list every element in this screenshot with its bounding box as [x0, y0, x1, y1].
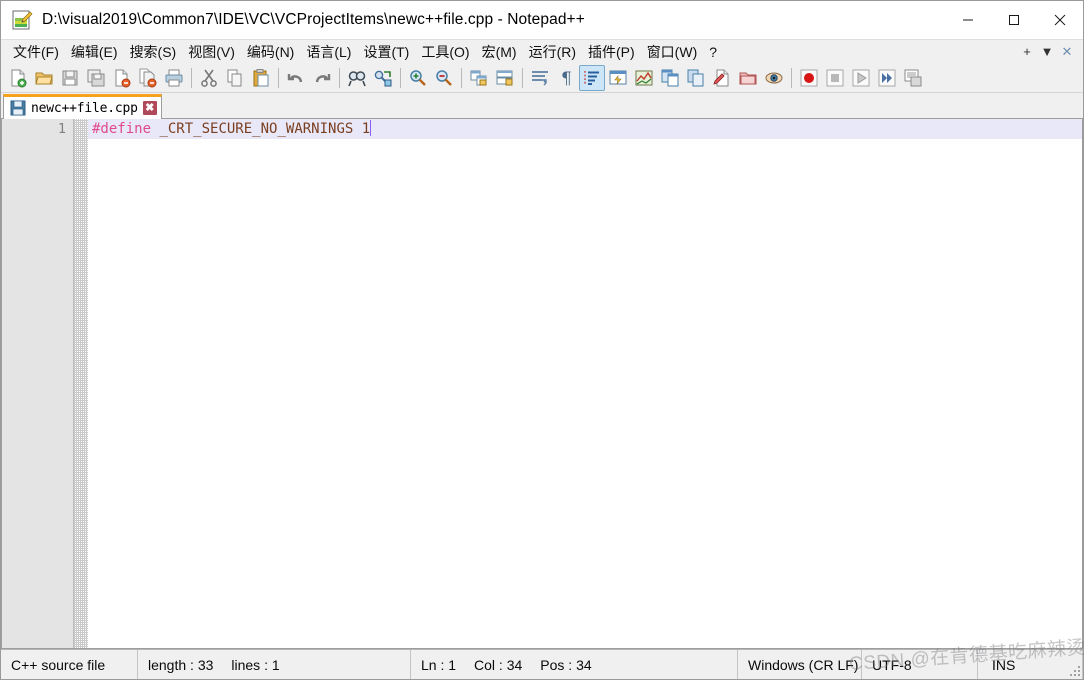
word-wrap-icon[interactable]	[527, 65, 553, 91]
code-line-1[interactable]: #define _CRT_SECURE_NO_WARNINGS 1	[88, 119, 1082, 139]
run-dialog-icon[interactable]	[900, 65, 926, 91]
menu-view[interactable]: 视图(V)	[182, 41, 241, 63]
saved-file-icon	[10, 100, 26, 116]
toolbar-separator	[278, 67, 279, 88]
resize-grip-icon[interactable]	[1068, 664, 1080, 676]
window-title: D:\visual2019\Common7\IDE\VC\VCProjectIt…	[42, 11, 585, 28]
doc-close-control[interactable]: ✕	[1057, 42, 1077, 62]
save-icon[interactable]	[57, 65, 83, 91]
title-bar: D:\visual2019\Common7\IDE\VC\VCProjectIt…	[1, 1, 1083, 39]
menu-help[interactable]: ?	[703, 41, 723, 63]
svg-text:¶: ¶	[561, 69, 572, 88]
menu-search[interactable]: 搜索(S)	[124, 41, 183, 63]
tab-close-icon[interactable]: ✖	[142, 101, 157, 115]
paste-icon[interactable]	[248, 65, 274, 91]
tab-newcppfile[interactable]: newc++file.cpp ✖	[3, 94, 162, 119]
show-all-chars-icon[interactable]: ¶	[553, 65, 579, 91]
find-icon[interactable]	[344, 65, 370, 91]
indent-guide-icon[interactable]	[579, 64, 605, 91]
sync-vertical-scroll-icon[interactable]	[466, 65, 492, 91]
code-token-space-2	[353, 121, 361, 137]
maximize-button[interactable]	[991, 1, 1037, 39]
undo-icon[interactable]	[283, 65, 309, 91]
status-file-type: C++ source file	[1, 650, 138, 679]
stop-macro-icon[interactable]	[822, 65, 848, 91]
menu-bar: 文件(F) 编辑(E) 搜索(S) 视图(V) 编码(N) 语言(L) 设置(T…	[1, 39, 1083, 63]
folder-as-workspace-icon[interactable]	[683, 65, 709, 91]
doc-list-control[interactable]: ▼	[1037, 42, 1057, 62]
menu-tools[interactable]: 工具(O)	[415, 41, 475, 63]
cut-icon[interactable]	[196, 65, 222, 91]
status-metrics: length : 33 lines : 1	[138, 650, 411, 679]
function-list-icon[interactable]	[657, 65, 683, 91]
status-bar: C++ source file length : 33 lines : 1 Ln…	[1, 649, 1083, 679]
tab-bar: newc++file.cpp ✖	[1, 93, 1083, 119]
status-eol-format[interactable]: Windows (CR LF)	[738, 650, 862, 679]
notepad-plus-plus-icon	[11, 9, 33, 31]
copy-icon[interactable]	[222, 65, 248, 91]
open-file-icon[interactable]	[31, 65, 57, 91]
user-defined-dialog-icon[interactable]	[605, 65, 631, 91]
status-lines: lines : 1	[231, 656, 280, 673]
toolbar-separator	[791, 67, 792, 88]
toolbar: ¶	[1, 63, 1083, 93]
toolbar-separator	[461, 67, 462, 88]
tab-label: newc++file.cpp	[31, 100, 138, 116]
replace-icon[interactable]	[370, 65, 396, 91]
toolbar-separator	[522, 67, 523, 88]
zoom-in-icon[interactable]	[405, 65, 431, 91]
eye-preview-icon[interactable]	[761, 65, 787, 91]
document-map-icon[interactable]	[631, 65, 657, 91]
close-button[interactable]	[1037, 1, 1083, 39]
text-caret	[370, 120, 372, 136]
close-file-icon[interactable]	[109, 65, 135, 91]
toolbar-separator	[191, 67, 192, 88]
monitoring-icon[interactable]	[709, 65, 735, 91]
doc-new-control[interactable]: +	[1017, 42, 1037, 62]
menu-edit[interactable]: 编辑(E)	[65, 41, 124, 63]
status-ln: Ln : 1	[421, 656, 457, 673]
menu-settings[interactable]: 设置(T)	[357, 41, 415, 63]
notepadpp-window: D:\visual2019\Common7\IDE\VC\VCProjectIt…	[0, 0, 1084, 680]
run-macro-multiple-icon[interactable]	[874, 65, 900, 91]
status-col: Col : 34	[474, 656, 523, 673]
menu-run[interactable]: 运行(R)	[523, 41, 582, 63]
code-text-area[interactable]: #define _CRT_SECURE_NO_WARNINGS 1	[88, 119, 1082, 648]
status-caret-position: Ln : 1 Col : 34 Pos : 34	[411, 650, 738, 679]
zoom-out-icon[interactable]	[431, 65, 457, 91]
menu-macro[interactable]: 宏(M)	[476, 41, 523, 63]
status-pos: Pos : 34	[540, 656, 592, 673]
new-file-icon[interactable]	[5, 65, 31, 91]
save-all-icon[interactable]	[83, 65, 109, 91]
menubar-doc-controls: + ▼ ✕	[1017, 42, 1083, 62]
toolbar-separator	[339, 67, 340, 88]
status-length: length : 33	[148, 656, 214, 673]
menu-language[interactable]: 语言(L)	[300, 41, 357, 63]
line-number-gutter: 1	[2, 119, 74, 648]
sync-horizontal-scroll-icon[interactable]	[492, 65, 518, 91]
line-number: 1	[57, 121, 66, 137]
menu-window[interactable]: 窗口(W)	[641, 41, 704, 63]
menu-plugins[interactable]: 插件(P)	[582, 41, 641, 63]
minimize-button[interactable]	[945, 1, 991, 39]
toolbar-separator	[400, 67, 401, 88]
fold-margin[interactable]	[74, 119, 88, 648]
play-macro-icon[interactable]	[848, 65, 874, 91]
code-token-directive: #define	[92, 121, 152, 137]
menu-file[interactable]: 文件(F)	[7, 41, 65, 63]
code-token-number: 1	[361, 121, 371, 137]
record-macro-icon[interactable]	[796, 65, 822, 91]
menu-encoding[interactable]: 编码(N)	[241, 41, 300, 63]
redo-icon[interactable]	[309, 65, 335, 91]
status-encoding[interactable]: UTF-8	[862, 650, 978, 679]
code-token-identifier: _CRT_SECURE_NO_WARNINGS	[159, 121, 354, 137]
close-all-files-icon[interactable]	[135, 65, 161, 91]
window-controls	[945, 1, 1083, 39]
editor-area[interactable]: 1 #define _CRT_SECURE_NO_WARNINGS 1	[1, 119, 1083, 649]
print-icon[interactable]	[161, 65, 187, 91]
document-folder-icon[interactable]	[735, 65, 761, 91]
